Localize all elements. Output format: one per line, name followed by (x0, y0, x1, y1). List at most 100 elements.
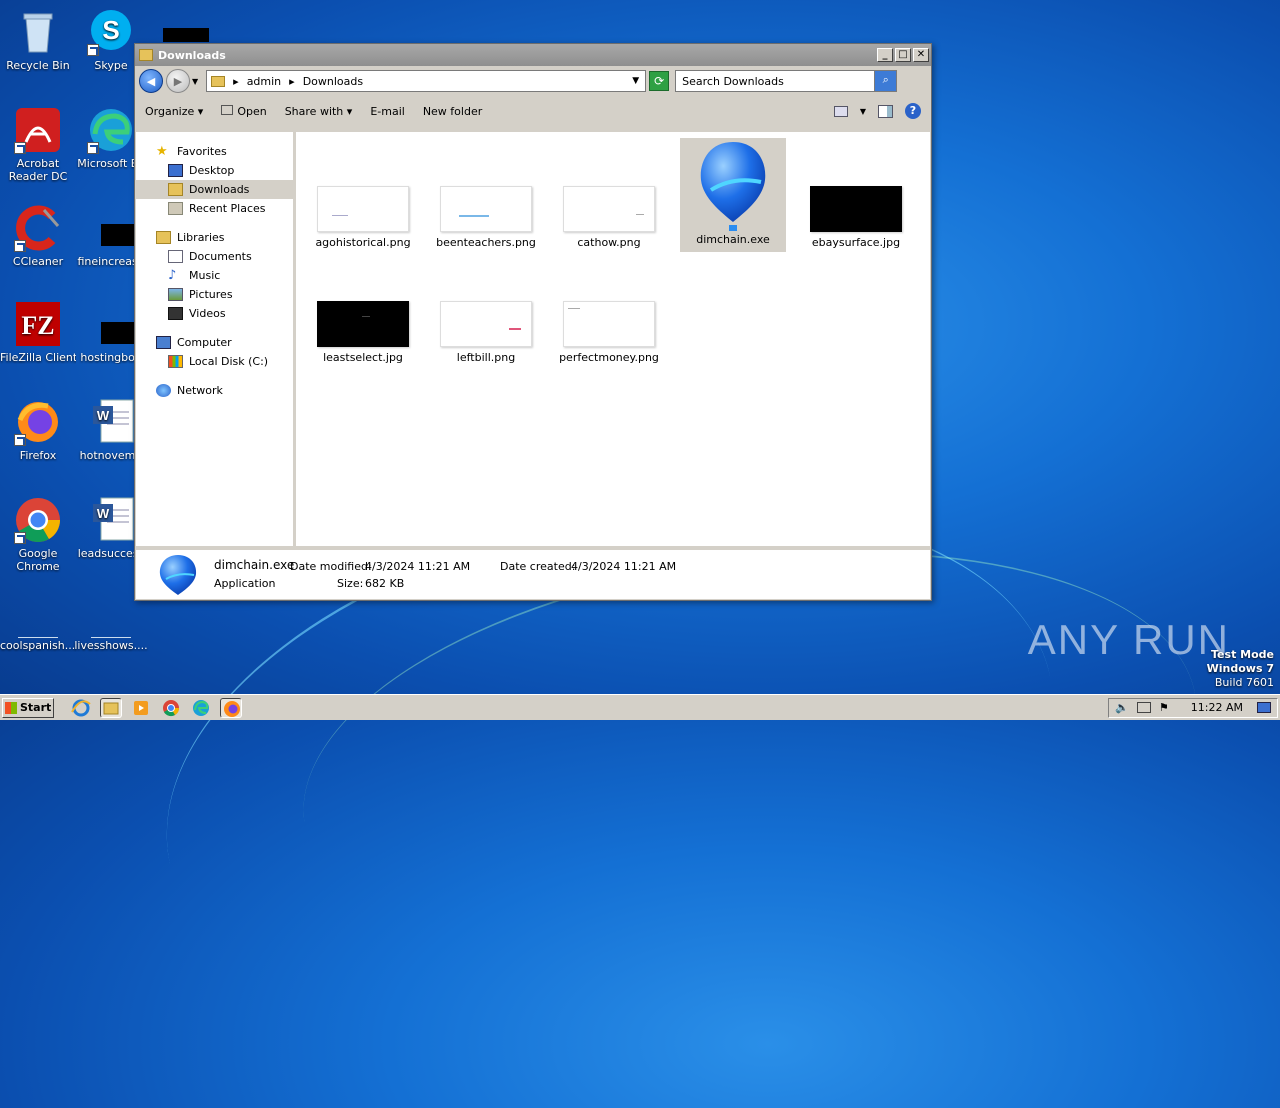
desktop-icon-firefox[interactable]: Firefox (0, 398, 76, 462)
minimize-button[interactable]: _ (877, 48, 893, 62)
close-button[interactable]: ✕ (913, 48, 929, 62)
breadcrumb-separator-icon[interactable]: ▸ (289, 75, 295, 88)
nav-libraries[interactable]: Libraries (136, 228, 293, 247)
file-item[interactable]: ebaysurface.jpg (803, 186, 909, 249)
file-item[interactable]: leftbill.png (433, 301, 539, 364)
file-item[interactable]: leastselect.jpg (310, 301, 416, 364)
file-item[interactable]: agohistorical.png (310, 186, 416, 249)
taskbar: Start 🔈 ⚑ 11:22 AM (0, 694, 1280, 720)
nav-recent-places[interactable]: Recent Places (136, 199, 293, 218)
nav-local-disk[interactable]: Local Disk (C:) (136, 352, 293, 371)
details-pane: dimchain.exe Application Date modified: … (136, 547, 930, 599)
search-icon[interactable]: ⌕ (874, 71, 897, 91)
skype-icon: S (87, 8, 135, 56)
file-list: agohistorical.png beenteachers.png catho… (296, 132, 930, 546)
desktop-icon-livesshows[interactable]: livesshows.... (73, 600, 149, 652)
explorer-taskbar-icon[interactable] (100, 697, 122, 718)
volume-icon[interactable]: 🔈 (1115, 701, 1129, 714)
desktop-icon-thumbnail (163, 28, 209, 42)
title-bar[interactable]: Downloads _ □ ✕ (135, 44, 931, 66)
word-doc-icon: W (87, 398, 135, 446)
nav-label: Favorites (177, 145, 227, 158)
word-doc-icon: W (87, 496, 135, 544)
details-size-value: 682 KB (365, 577, 405, 590)
desktop-icon-acrobat[interactable]: Acrobat Reader DC (0, 106, 76, 183)
maximize-button[interactable]: □ (895, 48, 911, 62)
edge-icon[interactable] (190, 698, 212, 718)
firefox-icon (14, 398, 62, 446)
nav-documents[interactable]: Documents (136, 247, 293, 266)
desktop-icon-filezilla[interactable]: FZ FileZilla Client (0, 300, 76, 364)
nav-videos[interactable]: Videos (136, 304, 293, 323)
preview-pane-icon[interactable] (878, 104, 893, 118)
open-button[interactable]: Open (221, 104, 267, 118)
image-thumbnail (563, 301, 655, 347)
command-bar: Organize ▾ Open Share with ▾ E-mail New … (135, 96, 931, 126)
file-item[interactable]: cathow.png (556, 186, 662, 249)
file-icon (87, 600, 135, 638)
forward-button[interactable]: ▶ (166, 69, 190, 93)
svg-text:S: S (102, 15, 119, 45)
libraries-icon (156, 231, 171, 244)
desktop-icon-ccleaner[interactable]: CCleaner (0, 204, 76, 268)
image-thumbnail (440, 301, 532, 347)
search-input[interactable]: Search Downloads ⌕ (675, 70, 898, 92)
details-file-name: dimchain.exe (214, 558, 295, 572)
recent-pages-chevron-icon[interactable]: ▼ (192, 77, 198, 86)
media-player-icon[interactable] (130, 698, 152, 718)
address-bar[interactable]: ▸ admin ▸ Downloads ▼ (206, 70, 647, 92)
share-with-button[interactable]: Share with ▾ (285, 105, 353, 118)
nav-network[interactable]: Network (136, 381, 293, 400)
svg-text:W: W (97, 408, 110, 423)
firefox-icon[interactable] (220, 697, 242, 718)
refresh-button[interactable]: ⟳ (649, 71, 670, 91)
email-button[interactable]: E-mail (370, 105, 405, 118)
file-item-selected[interactable]: dimchain.exe (680, 138, 786, 252)
desktop-icon-recycle-bin[interactable]: Recycle Bin (0, 8, 76, 72)
action-center-flag-icon[interactable]: ⚑ (1159, 701, 1169, 714)
breadcrumb-downloads[interactable]: Downloads (303, 75, 363, 88)
new-folder-button[interactable]: New folder (423, 105, 482, 118)
back-button[interactable]: ◀ (139, 69, 163, 93)
nav-music[interactable]: ♪ Music (136, 266, 293, 285)
file-item[interactable]: perfectmoney.png (556, 301, 662, 364)
address-dropdown-icon[interactable]: ▼ (632, 76, 639, 86)
nav-favorites[interactable]: ★ Favorites (136, 142, 293, 161)
nav-pictures[interactable]: Pictures (136, 285, 293, 304)
videos-icon (168, 307, 183, 320)
recycle-bin-icon (14, 8, 62, 56)
nav-label: Recent Places (189, 202, 266, 215)
start-button[interactable]: Start (2, 697, 54, 718)
network-tray-icon[interactable] (1136, 702, 1151, 713)
help-icon[interactable]: ? (905, 103, 921, 119)
nav-downloads[interactable]: Downloads (136, 180, 293, 199)
ccleaner-icon (14, 204, 62, 252)
file-icon (14, 600, 62, 638)
nav-desktop[interactable]: Desktop (136, 161, 293, 180)
change-view-icon[interactable] (833, 105, 848, 117)
clock[interactable]: 11:22 AM (1191, 701, 1243, 714)
local-disk-icon (168, 355, 183, 368)
show-desktop-icon[interactable] (1257, 702, 1271, 713)
desktop-icon-chrome[interactable]: Google Chrome (0, 496, 76, 573)
internet-explorer-icon[interactable] (70, 698, 92, 718)
breadcrumb-separator-icon[interactable]: ▸ (233, 75, 239, 88)
nav-label: Libraries (177, 231, 225, 244)
organize-button[interactable]: Organize ▾ (145, 105, 203, 118)
chrome-icon[interactable] (160, 698, 182, 718)
file-name: beenteachers.png (436, 236, 536, 249)
nav-label: Downloads (189, 183, 250, 196)
nav-computer[interactable]: Computer (136, 333, 293, 352)
view-options-chevron-icon[interactable]: ▼ (860, 107, 866, 116)
file-item[interactable]: beenteachers.png (433, 186, 539, 249)
image-thumbnail (440, 186, 532, 232)
share-with-label: Share with (284, 104, 344, 118)
anyrun-watermark: ANY RUN (1027, 616, 1230, 663)
nav-label: Local Disk (C:) (189, 355, 269, 368)
window-title: Downloads (158, 48, 226, 62)
desktop-icon-coolspanish[interactable]: coolspanish.... (0, 600, 76, 652)
file-name: perfectmoney.png (559, 351, 659, 364)
breadcrumb-admin[interactable]: admin (247, 75, 281, 88)
filezilla-icon: FZ (14, 300, 62, 348)
pictures-icon (168, 288, 183, 301)
